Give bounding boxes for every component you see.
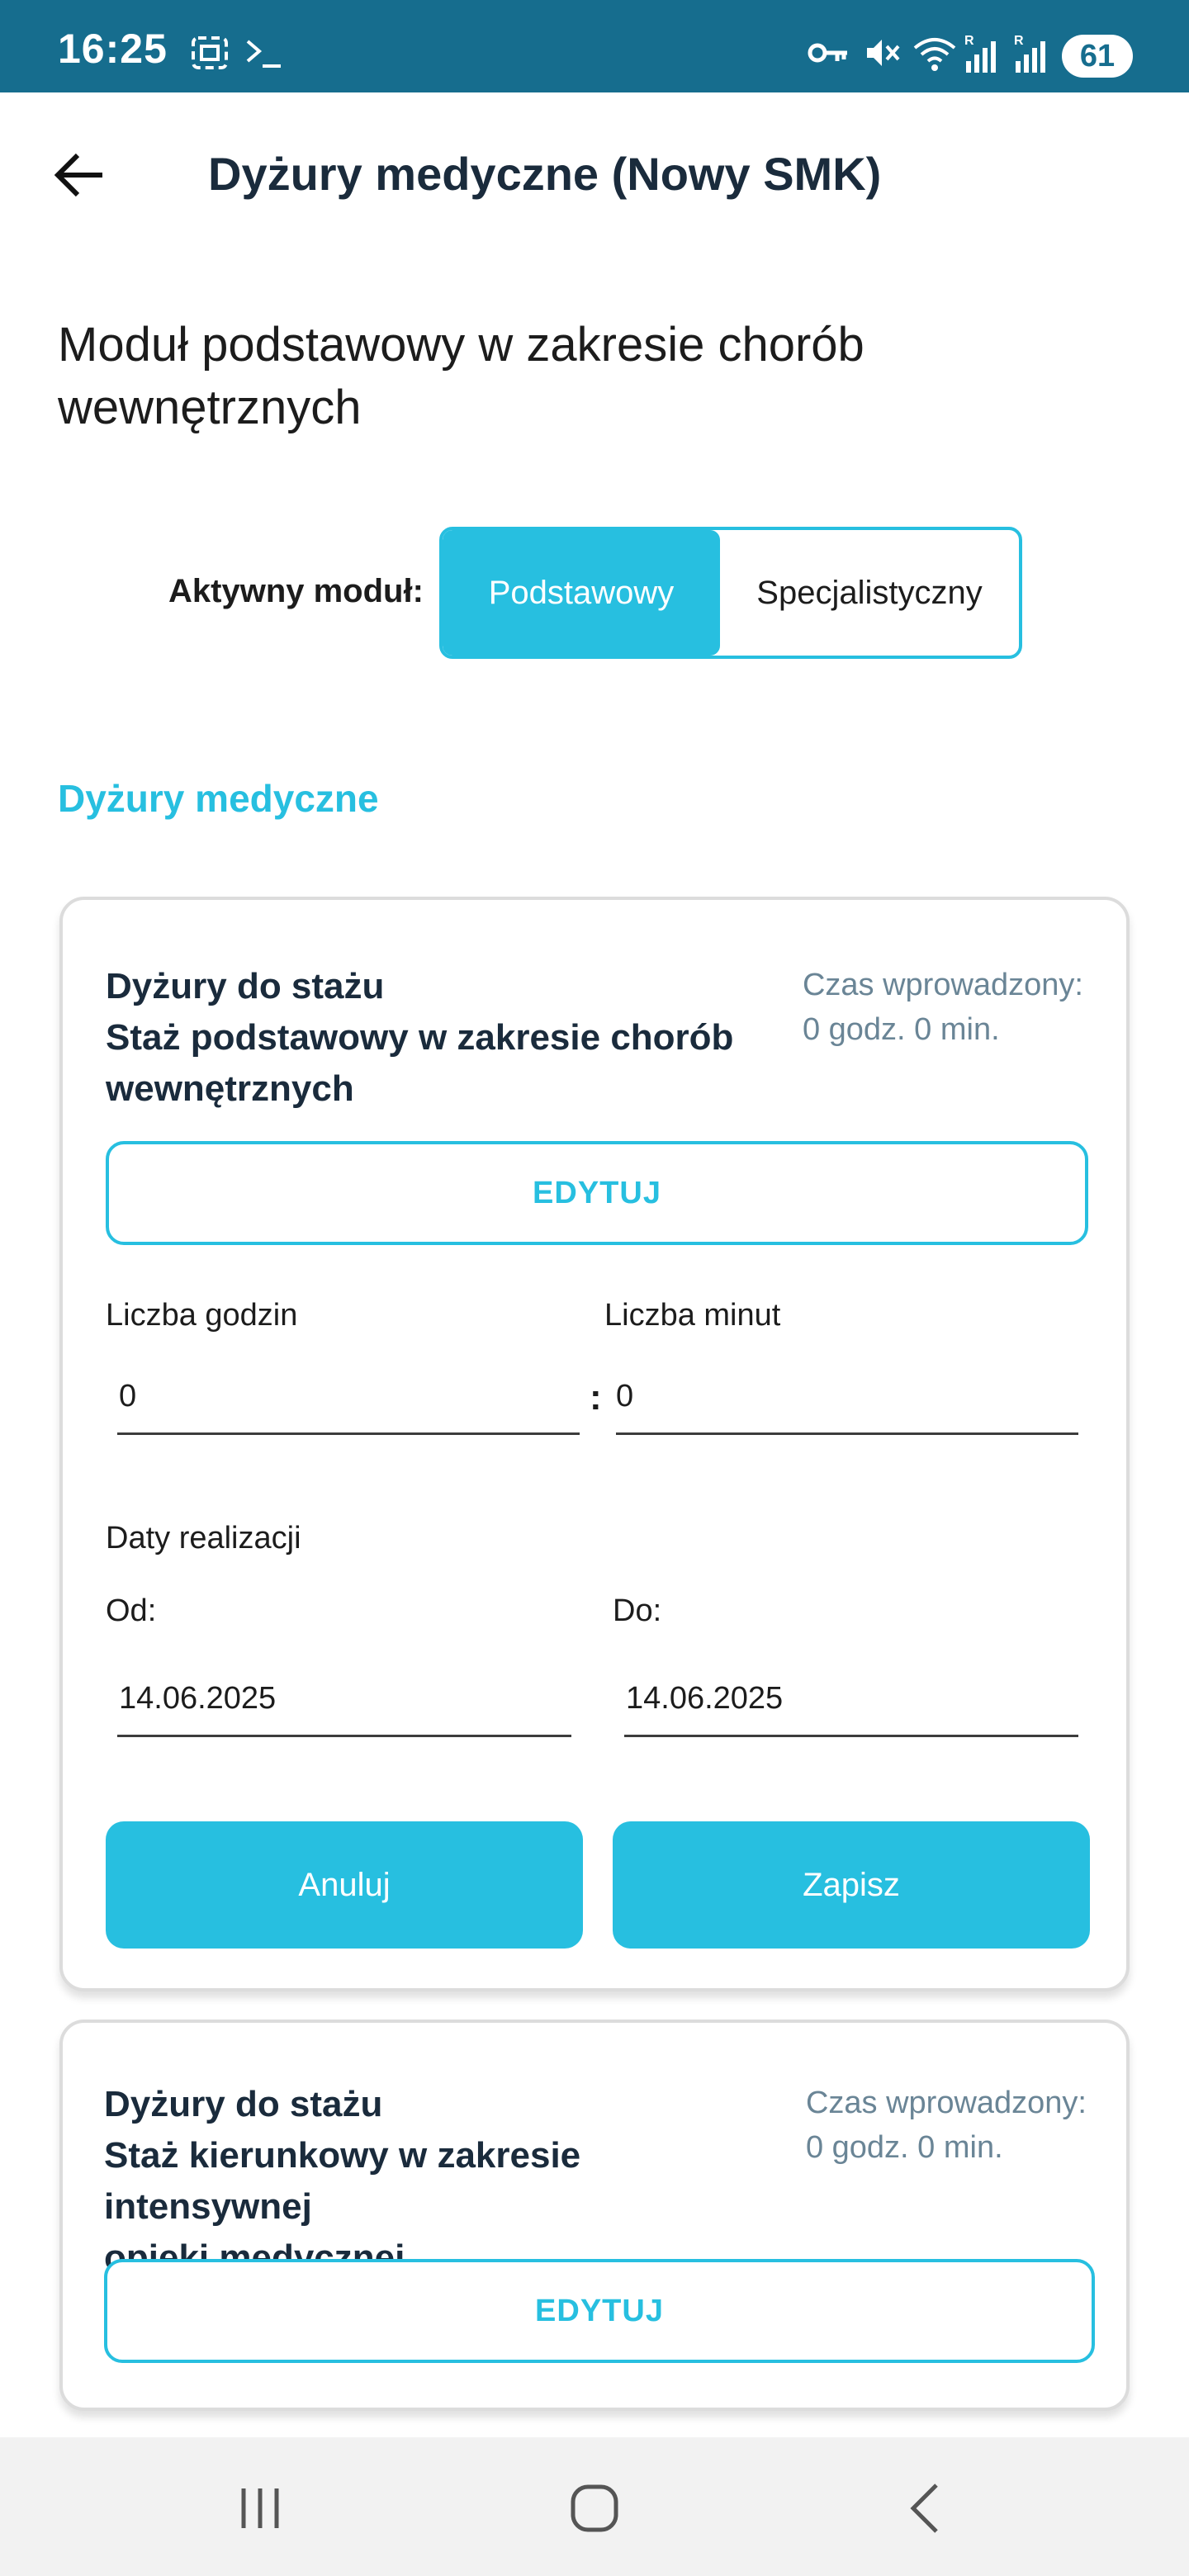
time-separator: : <box>590 1377 602 1418</box>
card-heading-line: Dyżury do stażu <box>104 2084 383 2124</box>
duty-card: Dyżury do stażu Staż kierunkowy w zakres… <box>59 2020 1130 2411</box>
terminal-icon <box>244 33 286 74</box>
hours-label: Liczba godzin <box>106 1298 298 1333</box>
date-to-value: 14.06.2025 <box>626 1681 784 1716</box>
svg-text:R: R <box>1014 34 1024 48</box>
card-heading-line: Staż kierunkowy w zakresie intensywnej <box>104 2135 581 2227</box>
date-from-label: Od: <box>106 1593 157 1628</box>
toggle-option-specialist[interactable]: Specjalistyczny <box>720 530 1019 656</box>
time-entered-label: Czas wprowadzony: <box>805 2086 1087 2120</box>
active-module-label: Aktywny moduł: <box>168 573 424 609</box>
time-entered-info: Czas wprowadzony: 0 godz. 0 min. <box>806 2081 1087 2170</box>
edit-button[interactable]: EDYTUJ <box>104 2259 1095 2363</box>
section-title: Dyżury medyczne <box>58 777 379 820</box>
dates-label: Daty realizacji <box>106 1521 301 1556</box>
card-heading-line: wewnętrznych <box>106 1068 354 1109</box>
save-button[interactable]: Zapisz <box>613 1821 1090 1949</box>
date-to-input[interactable]: 14.06.2025 <box>624 1666 1078 1737</box>
battery-indicator: 61 <box>1062 35 1133 78</box>
time-entered-info: Czas wprowadzony: 0 godz. 0 min. <box>803 963 1083 1052</box>
duty-card: Dyżury do stażu Staż podstawowy w zakres… <box>59 897 1130 1991</box>
back-button[interactable] <box>46 142 112 208</box>
date-to-label: Do: <box>613 1593 662 1628</box>
module-toggle: Podstawowy Specjalistyczny <box>439 527 1022 659</box>
edit-button[interactable]: EDYTUJ <box>106 1141 1088 1245</box>
card-heading: Dyżury do stażu Staż podstawowy w zakres… <box>106 961 783 1115</box>
time-entered-label: Czas wprowadzony: <box>802 968 1083 1002</box>
home-icon[interactable] <box>561 2482 628 2535</box>
recent-apps-icon[interactable] <box>231 2482 289 2535</box>
arrow-left-icon <box>54 153 102 197</box>
card-heading-line: Dyżury do stażu <box>106 966 385 1006</box>
status-bar: 16:25 R R 61 <box>0 0 1189 92</box>
time-entered-value: 0 godz. 0 min. <box>802 1012 1000 1047</box>
system-nav-bar <box>0 2437 1189 2576</box>
hours-value: 0 <box>119 1379 137 1413</box>
card-heading: Dyżury do stażu Staż kierunkowy w zakres… <box>104 2079 798 2284</box>
time-entered-value: 0 godz. 0 min. <box>805 2130 1003 2165</box>
back-nav-icon[interactable] <box>900 2482 950 2535</box>
hours-input[interactable]: 0 <box>117 1364 580 1435</box>
minutes-input[interactable]: 0 <box>616 1364 1078 1435</box>
minutes-label: Liczba minut <box>604 1298 781 1333</box>
module-title-line: wewnętrznych <box>58 381 362 434</box>
card-heading-line: Staż podstawowy w zakresie chorób <box>106 1017 734 1058</box>
date-from-value: 14.06.2025 <box>119 1681 277 1716</box>
screenshot-icon <box>190 33 233 74</box>
minutes-value: 0 <box>616 1379 634 1413</box>
date-from-input[interactable]: 14.06.2025 <box>117 1666 571 1737</box>
vpn-key-icon <box>806 33 849 74</box>
signal-icon: R <box>961 33 1007 74</box>
app-bar: Dyżury medyczne (Nowy SMK) <box>0 92 1189 258</box>
status-time: 16:25 <box>58 26 168 72</box>
wifi-icon <box>912 33 958 74</box>
cancel-button[interactable]: Anuluj <box>106 1821 583 1949</box>
signal-icon: R <box>1011 33 1057 74</box>
module-title-line: Moduł podstawowy w zakresie chorób <box>58 318 865 372</box>
toggle-option-basic[interactable]: Podstawowy <box>443 530 720 656</box>
module-title: Moduł podstawowy w zakresie chorób wewnę… <box>58 314 1049 439</box>
mute-icon <box>862 33 902 74</box>
page-title: Dyżury medyczne (Nowy SMK) <box>208 148 882 200</box>
svg-text:R: R <box>964 34 974 48</box>
